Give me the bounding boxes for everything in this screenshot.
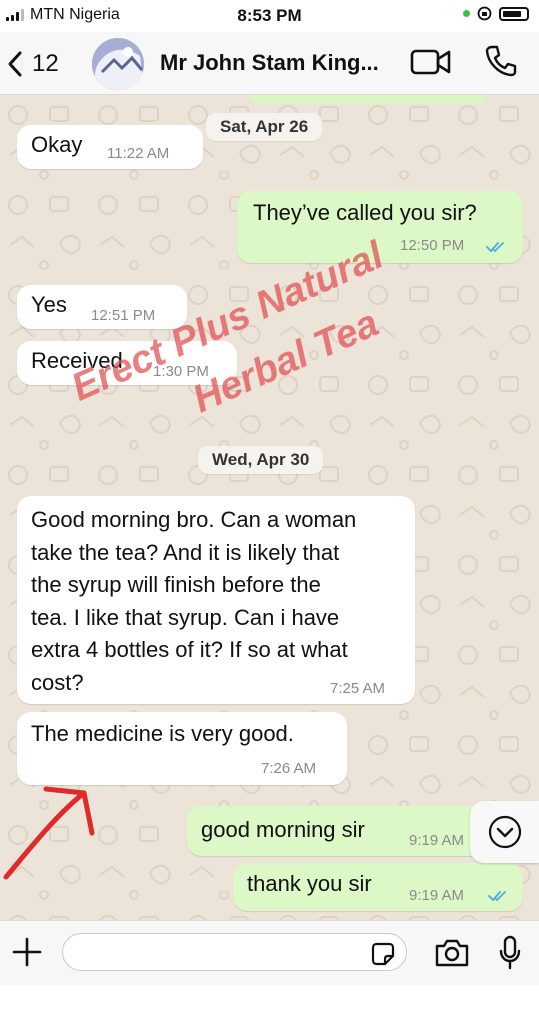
message-composer xyxy=(0,920,539,985)
contact-avatar[interactable] xyxy=(92,38,144,90)
microphone-icon xyxy=(499,935,521,970)
back-button[interactable]: 12 xyxy=(6,44,59,84)
message-time: 9:19 AM xyxy=(409,832,465,849)
incoming-message[interactable]: Good morning bro. Can a woman take the t… xyxy=(17,496,415,704)
plus-icon xyxy=(12,937,42,967)
phone-icon xyxy=(485,45,517,77)
sticker-button[interactable] xyxy=(370,941,396,972)
unread-count: 12 xyxy=(32,50,59,77)
date-separator: Wed, Apr 30 xyxy=(198,446,324,474)
scroll-to-bottom-button[interactable] xyxy=(470,801,539,863)
status-indicators xyxy=(463,6,529,21)
orientation-lock-icon xyxy=(477,6,492,21)
read-receipt-icon xyxy=(488,891,506,902)
outgoing-message[interactable]: thank you sir 9:19 AM xyxy=(233,863,523,911)
chevron-down-circle-icon xyxy=(488,815,522,849)
status-time: 8:53 PM xyxy=(237,6,302,25)
message-text: good morning sir xyxy=(201,817,365,842)
video-call-button[interactable] xyxy=(410,46,452,83)
attach-button[interactable] xyxy=(12,937,42,972)
message-text: Good morning bro. Can a woman take the t… xyxy=(31,507,357,695)
camera-icon xyxy=(435,939,469,967)
message-time: 7:25 AM xyxy=(330,680,386,697)
date-separator: Sat, Apr 26 xyxy=(206,113,323,141)
message-input[interactable] xyxy=(62,933,407,971)
previous-message-edge xyxy=(250,95,486,103)
message-text: Yes xyxy=(31,292,67,317)
voice-call-button[interactable] xyxy=(484,44,518,83)
message-time: 11:22 AM xyxy=(107,145,170,162)
annotation-arrow xyxy=(3,786,95,880)
message-text: The medicine is very good. xyxy=(31,721,294,746)
battery-icon xyxy=(499,6,529,21)
sticker-icon xyxy=(371,942,395,966)
message-time: 7:26 AM xyxy=(261,760,317,777)
message-text: thank you sir xyxy=(247,871,372,896)
read-receipt-icon xyxy=(486,242,504,253)
chat-area[interactable]: Sat, Apr 26 Okay 11:22 AM They’ve called… xyxy=(0,95,539,920)
camera-button[interactable] xyxy=(434,938,470,973)
avatar-image xyxy=(92,38,144,90)
message-time: 12:51 PM xyxy=(91,307,156,324)
chat-header: 12 Mr John Stam King... xyxy=(0,32,539,95)
outgoing-message[interactable]: good morning sir 9:19 AM xyxy=(187,806,487,856)
status-bar: MTN Nigeria 8:53 PM xyxy=(0,0,539,32)
home-indicator-area xyxy=(0,985,539,1024)
video-call-icon xyxy=(410,49,451,75)
chevron-left-icon xyxy=(8,51,22,77)
voice-message-button[interactable] xyxy=(498,935,522,976)
camera-in-use-dot-icon xyxy=(463,10,470,17)
contact-name[interactable]: Mr John Stam King... xyxy=(160,50,379,76)
incoming-message[interactable]: Okay 11:22 AM xyxy=(17,125,203,169)
message-text: They’ve called you sir? xyxy=(253,200,477,225)
message-text: Okay xyxy=(31,132,83,157)
message-time: 12:50 PM xyxy=(400,237,465,254)
message-time: 9:19 AM xyxy=(409,887,465,904)
